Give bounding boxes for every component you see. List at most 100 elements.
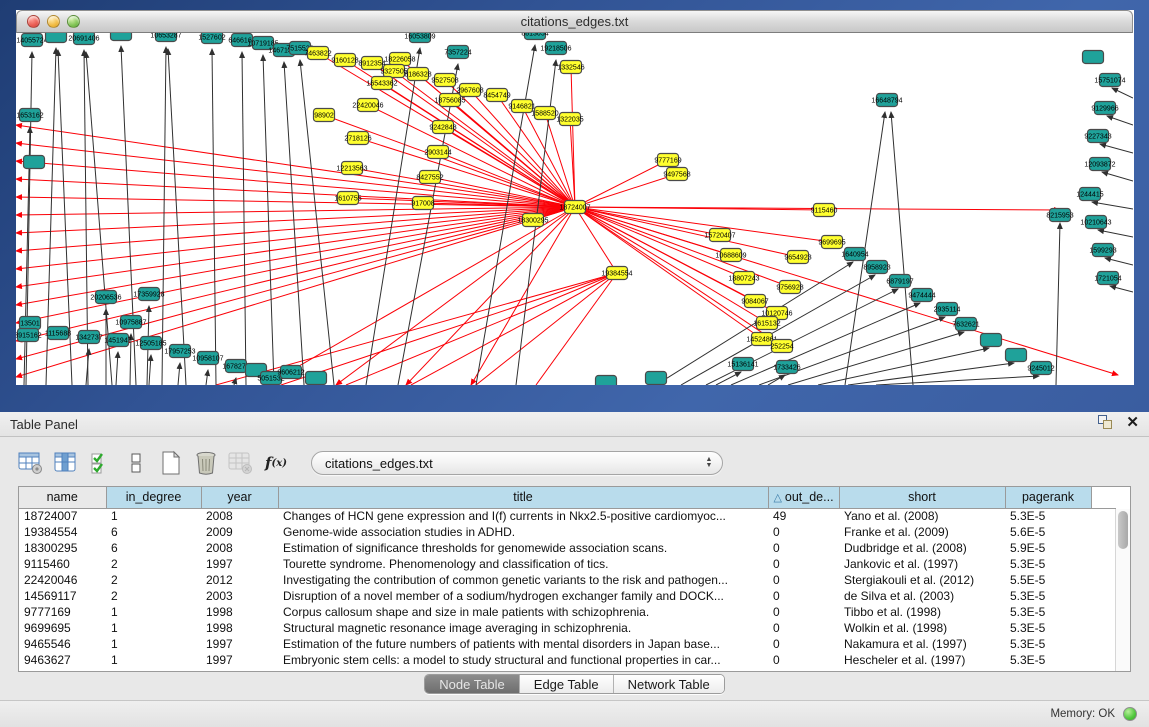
table-row[interactable]: 946554611997Estimation of the future num… [19,636,1116,652]
graph-node[interactable]: 7463822 [304,47,331,60]
graph-node[interactable]: 17957253 [164,345,195,358]
table-row[interactable]: 977716911998Corpus callosum shape and si… [19,604,1116,620]
graph-node[interactable]: 16648794 [871,94,902,107]
select-all-rows-button[interactable] [88,450,114,476]
graph-node[interactable]: 8958923 [863,261,890,274]
graph-node[interactable]: 1640954 [841,248,868,261]
graph-node[interactable]: 12505185 [135,337,166,350]
network-window-titlebar[interactable]: citations_edges.txt [16,10,1133,33]
graph-node[interactable] [46,33,67,43]
graph-node[interactable] [24,156,45,169]
row-height-button[interactable] [123,450,149,476]
graph-node[interactable]: 9699695 [818,236,845,249]
graph-node[interactable]: 9777169 [654,154,681,167]
graph-node[interactable]: 9084067 [741,295,768,308]
table-row[interactable]: 1830029562008Estimation of significance … [19,540,1116,556]
graph-node[interactable]: 7632621 [952,318,979,331]
graph-node[interactable]: 9115460 [811,204,838,217]
graph-node[interactable]: 1615132 [753,317,780,330]
column-header[interactable]: year [201,487,278,508]
graph-node[interactable]: 252254 [770,340,793,353]
graph-node[interactable] [646,372,667,385]
table-row[interactable]: 1872400712008Changes of HCN gene express… [19,508,1116,524]
graph-node[interactable]: 9654923 [784,251,811,264]
graph-node[interactable]: 15751074 [1094,74,1125,87]
graph-node[interactable]: 2935114 [934,303,961,316]
graph-node[interactable]: 16543362 [366,77,397,90]
float-panel-icon[interactable] [1098,415,1114,430]
vertical-scrollbar[interactable] [1115,509,1130,671]
graph-node[interactable]: 10688609 [715,249,746,262]
function-builder-button[interactable]: f(x) [263,450,289,476]
delete-table-button[interactable] [193,450,219,476]
graph-node[interactable]: 17359928 [133,288,164,301]
graph-node[interactable]: 20691406 [68,33,99,45]
graph-node[interactable]: 22420046 [352,99,383,112]
graph-node[interactable]: 1653162 [16,109,43,122]
graph-node[interactable]: 1610755 [334,192,361,205]
graph-node[interactable]: 20206536 [90,291,121,304]
graph-node[interactable]: 19218506 [540,42,571,55]
graph-node[interactable]: 10975887 [115,316,146,329]
tab-node-table[interactable]: Node Table [425,675,520,693]
graph-node[interactable] [306,372,327,385]
graph-node[interactable]: 6879197 [886,275,913,288]
graph-node[interactable]: 1721054 [1094,272,1121,285]
table-row[interactable]: 1938455462009Genome-wide association stu… [19,524,1116,540]
graph-node[interactable]: 2903144 [424,146,451,159]
table-row[interactable]: 2242004622012Investigating the contribut… [19,572,1116,588]
graph-node[interactable]: 10653287 [150,33,181,42]
graph-node[interactable]: 1527602 [198,33,225,44]
graph-node[interactable]: 9242848 [429,121,456,134]
close-panel-icon[interactable]: ✕ [1126,415,1139,430]
graph-node[interactable]: 1599293 [1089,244,1116,257]
table-settings-button[interactable] [18,450,44,476]
graph-node[interactable]: 14055724 [16,34,47,47]
graph-node[interactable]: 9756928 [776,281,803,294]
graph-node[interactable]: 1322035 [556,113,583,126]
graph-node[interactable]: 1451947 [104,334,131,347]
graph-node[interactable]: 10210643 [1080,216,1111,229]
graph-node[interactable]: 1115688 [45,327,71,340]
network-table-selector[interactable]: citations_edges.txt ▲▼ [311,451,723,475]
graph-node[interactable]: 9245012 [1027,362,1054,375]
column-header[interactable]: title [278,487,768,508]
graph-node[interactable]: 12213563 [336,162,367,175]
table-row[interactable]: 911546021997Tourette syndrome. Phenomeno… [19,556,1116,572]
graph-node[interactable]: 98902 [314,109,335,122]
graph-node[interactable]: 18226058 [384,53,415,66]
graph-node[interactable]: 8454749 [483,89,510,102]
graph-node[interactable]: 1244415 [1076,188,1103,201]
graph-node[interactable]: 1733426 [773,361,800,374]
graph-node[interactable]: 12093872 [1084,158,1115,171]
graph-node[interactable]: 8813054 [521,33,548,40]
table-row[interactable]: 1456911722003Disruption of a novel membe… [19,588,1116,604]
tab-network-table[interactable]: Network Table [614,675,724,693]
new-table-button[interactable] [158,450,184,476]
column-header[interactable]: name [19,487,106,508]
graph-node[interactable]: 1588520 [531,107,558,120]
graph-node[interactable] [596,376,617,386]
graph-node[interactable]: 18756085 [434,94,465,107]
network-graph[interactable]: 1405572420691406106532871527602646616010… [16,33,1133,385]
graph-node[interactable]: 8427552 [416,171,443,184]
graph-node[interactable]: 16053809 [404,33,435,43]
graph-node[interactable] [981,334,1002,347]
graph-node[interactable]: 10958107 [192,352,223,365]
graph-node[interactable]: 8186328 [404,68,431,81]
graph-node[interactable]: 18724007 [559,201,590,214]
graph-node[interactable]: 18300295 [517,214,548,227]
tab-edge-table[interactable]: Edge Table [520,675,614,693]
graph-node[interactable]: 15136141 [727,358,758,371]
table-row[interactable]: 969969511998Structural magnetic resonanc… [19,620,1116,636]
column-header[interactable]: pagerank [1005,487,1091,508]
column-selector-button[interactable] [53,450,79,476]
graph-node[interactable]: 19384554 [601,267,632,280]
graph-node[interactable] [1083,51,1104,64]
scrollbar-thumb[interactable] [1118,511,1128,549]
column-header[interactable]: short [839,487,1005,508]
table-row[interactable]: 946362711997Embryonic stem cells: a mode… [19,652,1116,668]
graph-node[interactable]: 1342737 [75,331,102,344]
graph-node[interactable]: 9527508 [431,74,458,87]
graph-node[interactable] [111,33,132,41]
